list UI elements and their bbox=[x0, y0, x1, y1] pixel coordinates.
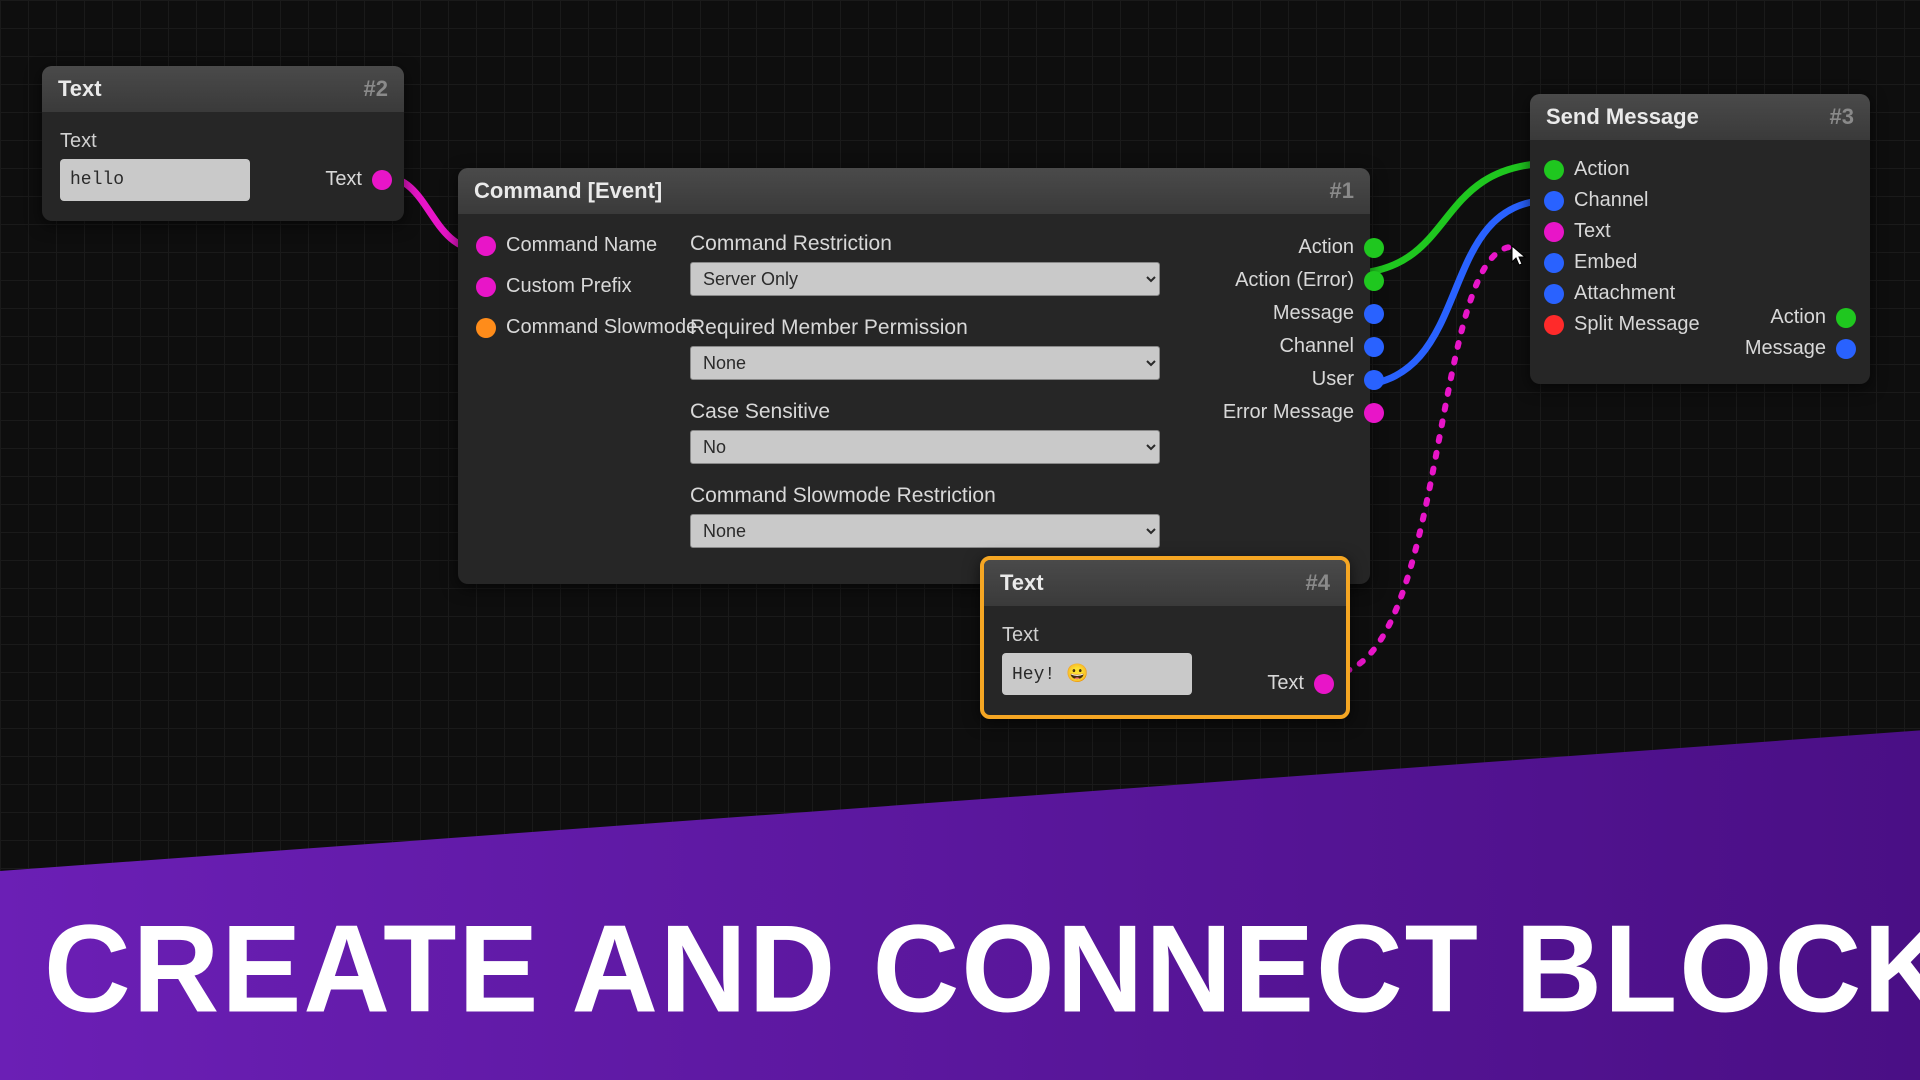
input-port-attachment[interactable] bbox=[1544, 284, 1564, 304]
port-label-text: Text bbox=[1267, 672, 1304, 695]
port-label: Command Slowmode bbox=[506, 316, 646, 339]
output-port-text[interactable] bbox=[1314, 674, 1334, 694]
port-label: Text bbox=[1574, 220, 1611, 243]
input-port-action[interactable] bbox=[1544, 160, 1564, 180]
node-title: Text bbox=[58, 76, 102, 102]
node-header[interactable]: Command [Event] #1 bbox=[458, 168, 1370, 214]
input-port-custom-prefix[interactable] bbox=[476, 277, 496, 297]
node-id: #1 bbox=[1330, 178, 1354, 204]
input-port-slowmode[interactable] bbox=[476, 318, 496, 338]
node-id: #3 bbox=[1830, 104, 1854, 130]
node-send-message-3[interactable]: Send Message #3 Action Channel Text bbox=[1530, 94, 1870, 384]
node-text-2[interactable]: Text #2 Text Text bbox=[42, 66, 404, 221]
port-label: Command Name bbox=[506, 234, 646, 257]
port-label: Message bbox=[1273, 302, 1354, 325]
input-port-command-name[interactable] bbox=[476, 236, 496, 256]
node-title: Command [Event] bbox=[474, 178, 662, 204]
node-id: #4 bbox=[1306, 570, 1330, 596]
port-label: Custom Prefix bbox=[506, 275, 632, 298]
port-label: Action bbox=[1770, 306, 1826, 329]
input-port-channel[interactable] bbox=[1544, 191, 1564, 211]
input-port-text[interactable] bbox=[1544, 222, 1564, 242]
output-port-error-message[interactable] bbox=[1364, 403, 1384, 423]
port-label: Action bbox=[1574, 158, 1630, 181]
node-id: #2 bbox=[364, 76, 388, 102]
node-header[interactable]: Text #4 bbox=[984, 560, 1346, 606]
input-port-embed[interactable] bbox=[1544, 253, 1564, 273]
select-case-sensitive[interactable]: No bbox=[690, 430, 1160, 464]
output-port-user[interactable] bbox=[1364, 370, 1384, 390]
node-header[interactable]: Send Message #3 bbox=[1530, 94, 1870, 140]
text-input[interactable] bbox=[60, 159, 250, 201]
port-label-text: Text bbox=[325, 168, 362, 191]
port-label: Embed bbox=[1574, 251, 1637, 274]
port-label: Action (Error) bbox=[1235, 269, 1354, 292]
field-label: Required Member Permission bbox=[690, 316, 1160, 340]
select-slowmode-restriction[interactable]: None bbox=[690, 514, 1160, 548]
cursor-icon bbox=[1511, 245, 1527, 267]
input-port-split-message[interactable] bbox=[1544, 315, 1564, 335]
output-port-channel[interactable] bbox=[1364, 337, 1384, 357]
node-header[interactable]: Text #2 bbox=[42, 66, 404, 112]
select-command-restriction[interactable]: Server Only bbox=[690, 262, 1160, 296]
field-label: Command Slowmode Restriction bbox=[690, 484, 1160, 508]
select-member-permission[interactable]: None bbox=[690, 346, 1160, 380]
port-label: Attachment bbox=[1574, 282, 1675, 305]
node-title: Text bbox=[1000, 570, 1044, 596]
port-label: Split Message bbox=[1574, 313, 1700, 336]
port-label: Error Message bbox=[1223, 401, 1354, 424]
field-label: Text bbox=[60, 130, 386, 153]
port-label: Message bbox=[1745, 337, 1826, 360]
node-text-4[interactable]: Text #4 Text Text bbox=[980, 556, 1350, 719]
output-port-action[interactable] bbox=[1364, 238, 1384, 258]
port-label: Channel bbox=[1279, 335, 1354, 358]
node-title: Send Message bbox=[1546, 104, 1699, 130]
port-label: User bbox=[1312, 368, 1354, 391]
field-label: Text bbox=[1002, 624, 1328, 647]
node-command-1[interactable]: Command [Event] #1 Command Name Custom P… bbox=[458, 168, 1370, 584]
output-port-action-error[interactable] bbox=[1364, 271, 1384, 291]
field-label: Command Restriction bbox=[690, 232, 1160, 256]
output-port-message[interactable] bbox=[1364, 304, 1384, 324]
port-label: Channel bbox=[1574, 189, 1649, 212]
output-port-text[interactable] bbox=[372, 170, 392, 190]
field-label: Case Sensitive bbox=[690, 400, 1160, 424]
output-port-action[interactable] bbox=[1836, 308, 1856, 328]
port-label: Action bbox=[1298, 236, 1354, 259]
text-input[interactable] bbox=[1002, 653, 1192, 695]
output-port-message[interactable] bbox=[1836, 339, 1856, 359]
banner-headline: CREATE AND CONNECT BLOCKS bbox=[44, 897, 1920, 1041]
